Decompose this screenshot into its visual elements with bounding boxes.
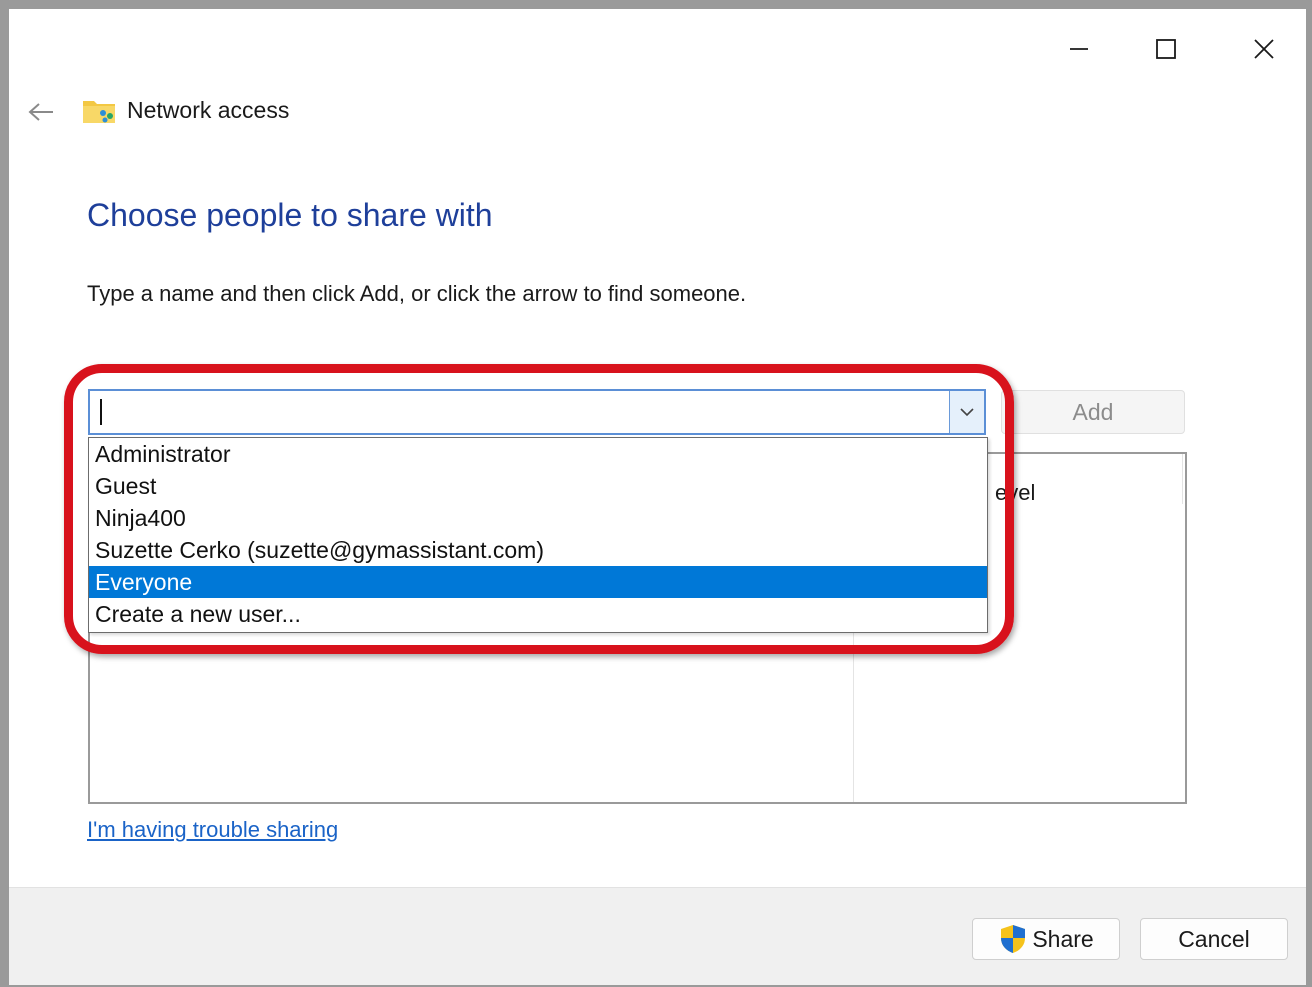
column-divider [1182, 454, 1183, 504]
dropdown-item-everyone[interactable]: Everyone [89, 566, 987, 598]
maximize-icon [1156, 39, 1176, 59]
back-arrow-icon [28, 103, 53, 121]
dropdown-item-ninja400[interactable]: Ninja400 [89, 502, 987, 534]
name-combobox[interactable] [88, 389, 986, 435]
network-access-dialog: Network access Choose people to share wi… [9, 9, 1306, 985]
cancel-button[interactable]: Cancel [1140, 918, 1288, 960]
chevron-down-icon [960, 408, 974, 417]
trouble-sharing-link[interactable]: I'm having trouble sharing [87, 817, 338, 843]
dropdown-item-administrator[interactable]: Administrator [89, 438, 987, 470]
share-button[interactable]: Share [972, 918, 1120, 960]
user-dropdown-list: Administrator Guest Ninja400 Suzette Cer… [88, 437, 988, 633]
network-folder-icon [83, 101, 115, 123]
close-icon [1254, 39, 1274, 59]
dropdown-item-guest[interactable]: Guest [89, 470, 987, 502]
minimize-button[interactable] [1049, 29, 1109, 69]
dropdown-item-suzette-cerko[interactable]: Suzette Cerko (suzette@gymassistant.com) [89, 534, 987, 566]
window-title: Network access [127, 97, 290, 123]
back-button[interactable] [23, 97, 59, 127]
page-heading: Choose people to share with [87, 197, 493, 233]
close-button[interactable] [1234, 29, 1294, 69]
name-input[interactable] [94, 393, 948, 431]
dropdown-toggle[interactable] [949, 391, 984, 433]
permission-level-header[interactable]: evel [995, 480, 1035, 506]
share-button-label: Share [1032, 925, 1094, 952]
dialog-footer: Share Cancel [9, 887, 1306, 985]
minimize-icon [1070, 48, 1088, 50]
maximize-button[interactable] [1136, 29, 1196, 69]
instruction-text: Type a name and then click Add, or click… [87, 281, 747, 306]
dropdown-item-create-new-user[interactable]: Create a new user... [89, 598, 987, 630]
add-button[interactable]: Add [1001, 390, 1185, 434]
uac-shield-icon [998, 923, 1028, 955]
text-caret [100, 399, 102, 425]
